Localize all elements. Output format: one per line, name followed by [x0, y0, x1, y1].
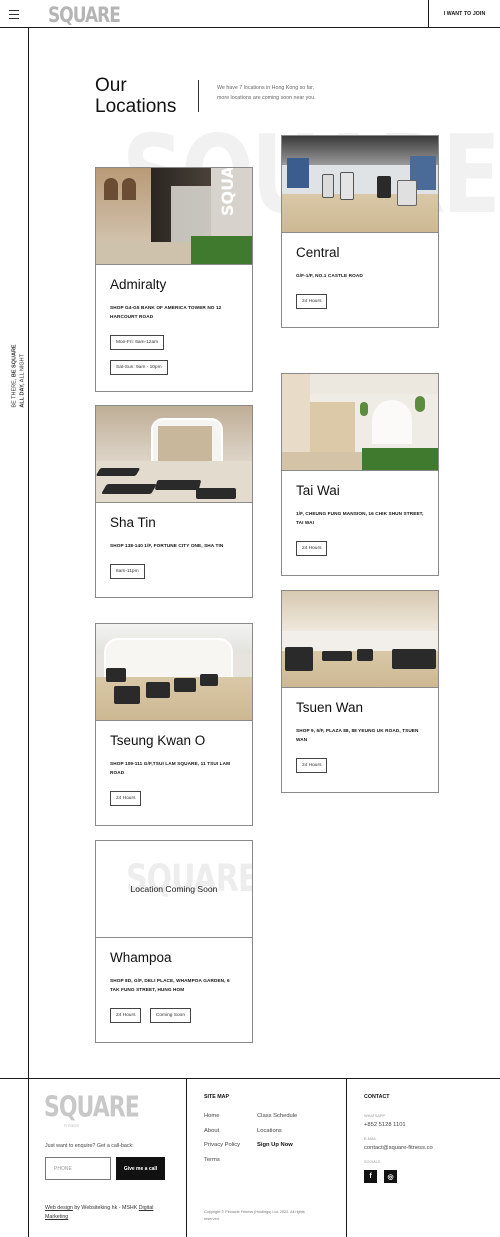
whatsapp-label: WHATSAPP	[364, 1114, 386, 1118]
side-rail-divider	[28, 28, 29, 1078]
footer-logo[interactable]: SQUARE	[44, 1092, 140, 1125]
join-button[interactable]: I WANT TO JOIN	[428, 0, 500, 28]
location-card-whampoa[interactable]: SQUARE Location Coming Soon Whampoa SHOP…	[95, 840, 253, 1043]
hours-badge: 24 Hours	[110, 791, 142, 806]
location-photo	[282, 591, 438, 688]
credit-text: Web design by Websiteking hk - MSHK Digi…	[45, 1205, 154, 1220]
web-design-link[interactable]: Web design	[45, 1205, 73, 1211]
coming-soon-label: Location Coming Soon	[130, 884, 218, 894]
hamburger-icon[interactable]	[9, 9, 19, 19]
footer-logo-sub: FITNESS	[64, 1124, 79, 1128]
status-badge: Coming Soon	[149, 1008, 191, 1023]
email-label: E-MAIL	[364, 1137, 377, 1141]
whatsapp-number[interactable]: +852 5128 1101	[364, 1122, 406, 1128]
location-card-tseung-kwan-o[interactable]: Tseung Kwan O SHOP 109-111 G/F,TSUI LAM …	[95, 623, 253, 826]
location-card-sha-tin[interactable]: Sha Tin SHOP 138-140 1/F, FORTUNE CITY O…	[95, 405, 253, 598]
footer-divider	[346, 1078, 347, 1237]
menu-button[interactable]	[0, 0, 28, 28]
location-address: SHOP 138-140 1/F, FORTUNE CITY ONE, SHA …	[110, 543, 224, 548]
location-address: SHOP G4-G5 BANK OF AMERICA TOWER NO 12 H…	[110, 305, 222, 319]
phone-input[interactable]: PHONE	[45, 1157, 111, 1180]
footer-link-terms[interactable]: Terms	[204, 1157, 220, 1163]
sitemap-title: SITE MAP	[204, 1094, 230, 1100]
location-name: Sha Tin	[110, 515, 156, 530]
location-name: Admiralty	[110, 277, 167, 292]
logo[interactable]: SQUARE	[48, 3, 121, 28]
email-link[interactable]: contact@square-fitness.co	[364, 1145, 433, 1151]
hours-badge: Sat-Sun: 9am - 10pm	[110, 360, 168, 375]
footer-link-privacy[interactable]: Privacy Policy	[204, 1142, 240, 1148]
footer-link-about[interactable]: About	[204, 1128, 219, 1134]
location-name: Tsuen Wan	[296, 700, 364, 715]
intro-text: We have 7 locations in Hong Kong so far,…	[217, 85, 316, 101]
side-rail-tagline: BE THERE, BE SQUARE ALL DAY, ALL NIGHT	[11, 344, 26, 408]
location-address: G/F-1/F, NO.1 CASTLE ROAD	[296, 273, 363, 278]
location-photo	[96, 624, 252, 721]
location-photo	[282, 136, 438, 233]
hours-badge: 24 Hours	[296, 758, 328, 773]
location-name: Tai Wai	[296, 483, 340, 498]
location-card-admiralty[interactable]: SQUARE Admiralty SHOP G4-G5 BANK OF AMER…	[95, 167, 253, 392]
location-card-central[interactable]: Central G/F-1/F, NO.1 CASTLE ROAD 24 Hou…	[281, 135, 439, 328]
call-back-button[interactable]: Give me a call	[116, 1157, 165, 1180]
enquire-text: Just want to enquire? Get a call-back:	[45, 1143, 134, 1149]
instagram-icon[interactable]: ◎	[384, 1170, 397, 1183]
coming-soon-placeholder: SQUARE Location Coming Soon	[96, 841, 252, 938]
footer-link-home[interactable]: Home	[204, 1113, 219, 1119]
socials-label: SOCIALS	[364, 1160, 381, 1164]
hours-badge: 24 Hours	[110, 1008, 142, 1023]
copyright: Copyright © Pinnacle Fitness (Holdings) …	[204, 1210, 305, 1221]
footer-link-class-schedule[interactable]: Class Schedule	[257, 1113, 297, 1119]
hours-badge: 24 Hours	[296, 541, 328, 556]
placeholder-watermark: SQUARE	[126, 857, 252, 901]
location-address: SHOP 8D, G/F, DELI PLACE, WHAMPOA GARDEN…	[110, 978, 230, 992]
location-card-tsuen-wan[interactable]: Tsuen Wan SHOP 9, 6/F, PLAZA 88, 88 YEUN…	[281, 590, 439, 793]
location-name: Central	[296, 245, 340, 260]
page-title: Our Locations	[95, 75, 177, 117]
side-rail: BE THERE, BE SQUARE ALL DAY, ALL NIGHT	[0, 28, 28, 1078]
location-address: SHOP 9, 6/F, PLAZA 88, 88 YEUNG UK ROAD,…	[296, 728, 419, 742]
hours-badge: 24 Hours	[296, 294, 328, 309]
location-address: SHOP 109-111 G/F,TSUI LAM SQUARE, 11 TSU…	[110, 761, 231, 775]
hours-badge: Mon-Fri: 6am-12am	[110, 335, 165, 350]
location-photo: SQUARE	[96, 168, 252, 265]
location-card-tai-wai[interactable]: Tai Wai 1/F, CHEUNG FUNG MANSION, 16 CHI…	[281, 373, 439, 576]
location-name: Tseung Kwan O	[110, 733, 206, 748]
facebook-icon[interactable]: f	[364, 1170, 377, 1183]
location-photo	[282, 374, 438, 471]
title-divider	[198, 80, 199, 112]
location-address: 1/F, CHEUNG FUNG MANSION, 16 CHIK SHUN S…	[296, 511, 424, 525]
hours-badge: 6am-11pm	[110, 564, 145, 579]
footer-link-locations[interactable]: Locations	[257, 1128, 282, 1134]
footer-link-sign-up[interactable]: Sign Up Now	[257, 1142, 293, 1148]
location-name: Whampoa	[110, 950, 172, 965]
location-photo	[96, 406, 252, 503]
contact-title: CONTACT	[364, 1094, 390, 1100]
